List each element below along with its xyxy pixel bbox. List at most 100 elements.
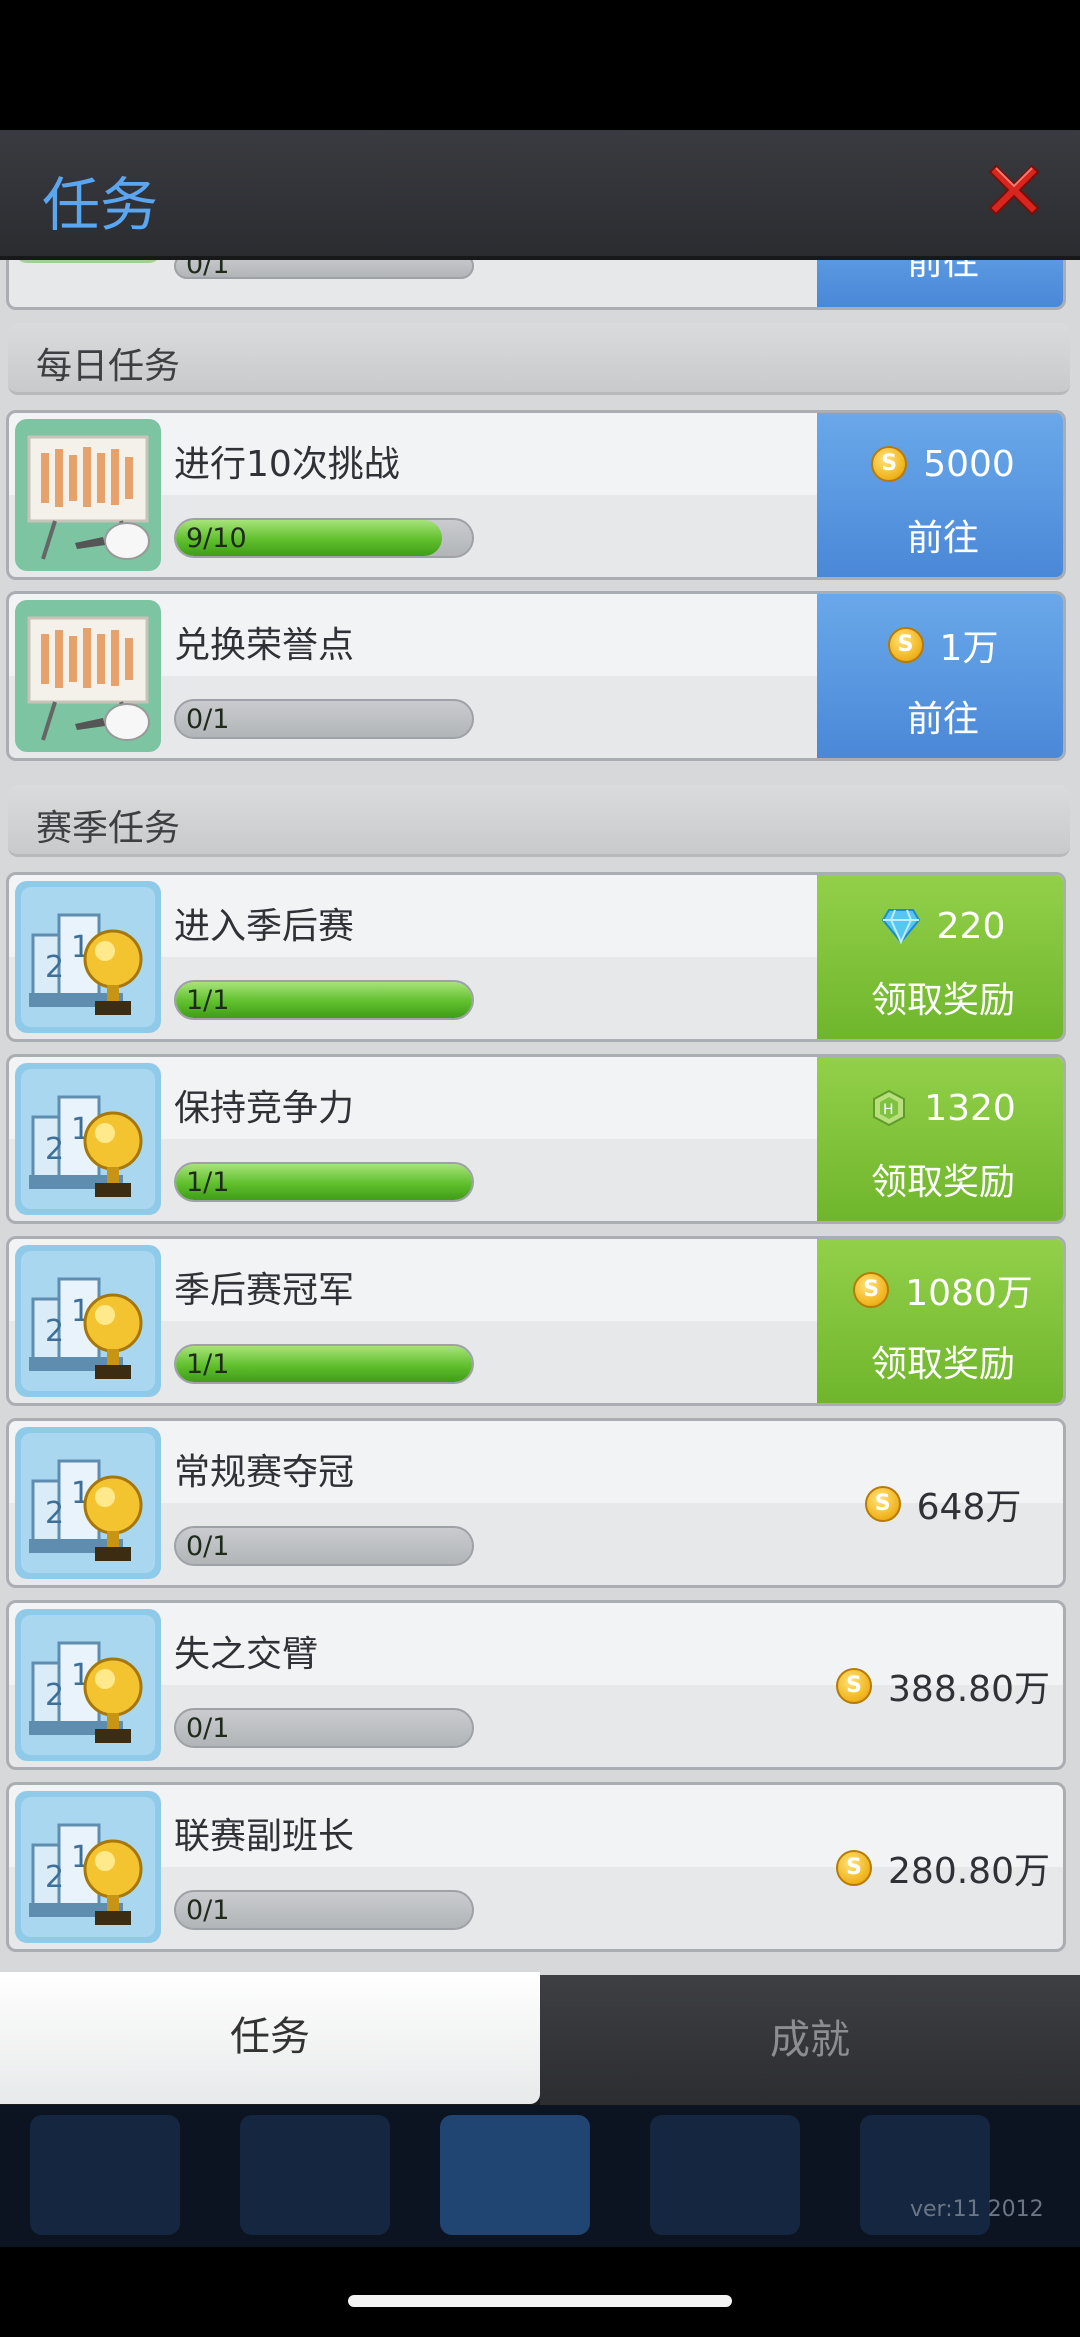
trophy-icon: 21 (15, 1791, 161, 1943)
trophy-icon: 21 (15, 1609, 161, 1761)
reward-row: 1080万 (817, 1265, 1063, 1315)
coin-icon (864, 1486, 901, 1522)
trophy-icon: 21 (15, 1245, 161, 1397)
progress-text: 0/1 (186, 1531, 230, 1562)
action-label: 领取奖励 (870, 1162, 1015, 1203)
version-text: ver:11 2012 (910, 2197, 1044, 2222)
progress-text: 0/1 (186, 704, 230, 735)
nav-ghost-2 (240, 2115, 390, 2235)
progress-text: 1/1 (186, 1349, 230, 1380)
nav-ghost-1 (30, 2115, 180, 2235)
progress-text: 1/1 (186, 985, 230, 1016)
hex-token-icon: H (873, 1089, 906, 1127)
svg-text:2: 2 (45, 950, 64, 985)
reward-row: 1万 (817, 620, 1063, 670)
reward-row: H 1320 (817, 1083, 1063, 1133)
go-label: 前往 (906, 260, 979, 283)
task-title: 季后赛冠军 (174, 1270, 355, 1311)
home-indicator[interactable] (348, 2295, 732, 2307)
reward-row: 5000 (817, 439, 1063, 489)
page-title: 任务 (42, 171, 159, 239)
task-title: 保持竞争力 (174, 1088, 355, 1129)
reward-amount: 388.80万 (888, 1669, 1050, 1710)
progress-text: 0/1 (186, 260, 230, 279)
progress-text: 0/1 (186, 1895, 230, 1926)
nav-ghost-4 (650, 2115, 800, 2235)
task-title: 兑换荣誉点 (174, 625, 355, 666)
progress-text: 1/1 (186, 1167, 230, 1198)
task-title: 联赛副班长 (174, 1816, 355, 1857)
tab-bar: 成就 任务 (0, 1972, 1080, 2105)
reward-row: 388.80万 (817, 1661, 1063, 1711)
coin-icon (853, 1272, 890, 1308)
svg-text:2: 2 (45, 1314, 64, 1349)
reward-info: 280.80万 (817, 1785, 1063, 1949)
progress-bar: 0/1 (174, 260, 474, 279)
progress-bar: 0/1 (174, 699, 474, 739)
task-card: 21 季后赛冠军 1/1 1080万领取奖励 (6, 1236, 1066, 1406)
reward-amount: 280.80万 (888, 1851, 1050, 1892)
svg-text:2: 2 (45, 1860, 64, 1895)
progress-bar: 1/1 (174, 1344, 474, 1384)
reward-amount: 1万 (939, 628, 999, 669)
claim-reward-button[interactable]: 220 领取奖励 (817, 875, 1063, 1039)
task-title: 进行10次挑战 (174, 444, 400, 485)
tab-achievements[interactable]: 成就 (540, 1975, 1080, 2105)
task-card: 2 1 保持竞争力 1/1 H 1320 领取奖励 (6, 1054, 1066, 1224)
go-button[interactable]: 前往 (817, 260, 1063, 307)
reward-info: 648万 (817, 1421, 1063, 1585)
trophy-icon: 21 (15, 1427, 161, 1579)
modal-header: 任务 (0, 130, 1080, 260)
progress-bar: 0/1 (174, 1526, 474, 1566)
tab-tasks[interactable]: 任务 (0, 1972, 540, 2104)
reward-amount: 5000 (923, 443, 1015, 485)
claim-reward-button[interactable]: 1080万领取奖励 (817, 1239, 1063, 1403)
task-card: 21 常规赛夺冠 0/1 648万 (6, 1418, 1066, 1588)
task-card: 21 联赛副班长 0/1 280.80万 (6, 1782, 1066, 1952)
reward-row: 220 (817, 901, 1063, 951)
progress-text: 9/10 (186, 523, 247, 554)
task-card-partial: 0/1 前往 (6, 260, 1066, 310)
coin-icon (887, 627, 924, 663)
action-label: 前往 (906, 699, 979, 740)
section-header-daily: 每日任务 (8, 323, 1070, 395)
status-bar (0, 0, 1080, 130)
action-label: 领取奖励 (870, 980, 1015, 1021)
progress-bar: 0/1 (174, 1890, 474, 1930)
close-icon[interactable] (982, 158, 1046, 222)
nav-ghost-3 (440, 2115, 590, 2235)
tactics-board-icon (15, 600, 161, 752)
task-card: 兑换荣誉点 0/1 1万前往 (6, 591, 1066, 761)
tactics-board-icon (15, 419, 161, 571)
trophy-icon: 21 (15, 1063, 161, 1215)
reward-row: 648万 (817, 1479, 1063, 1529)
money-icon (15, 260, 161, 263)
svg-text:H: H (883, 1102, 894, 1118)
coin-icon (836, 1850, 873, 1886)
task-list[interactable]: 0/1 前往 每日任务 进行10次挑战9/105000前往兑换荣誉点0/11万前… (0, 260, 1080, 1975)
diamond-icon (881, 909, 920, 944)
section-title: 每日任务 (36, 346, 181, 387)
progress-bar: 9/10 (174, 518, 474, 558)
trophy-icon: 21 (15, 881, 161, 1033)
task-title: 常规赛夺冠 (174, 1452, 355, 1493)
action-label: 前往 (906, 518, 979, 559)
background-nav: ver:11 2012 (0, 2105, 1080, 2247)
task-title: 进入季后赛 (174, 906, 355, 947)
progress-bar: 1/1 (174, 1162, 474, 1202)
svg-text:2: 2 (45, 1496, 64, 1531)
section-header-season: 赛季任务 (8, 785, 1070, 857)
bottom-area (0, 2247, 1080, 2337)
progress-bar: 0/1 (174, 1708, 474, 1748)
task-card: 21 失之交臂 0/1 388.80万 (6, 1600, 1066, 1770)
go-button[interactable]: 1万前往 (817, 594, 1063, 758)
reward-info: 388.80万 (817, 1603, 1063, 1767)
svg-text:2: 2 (45, 1132, 64, 1167)
reward-amount: 1080万 (905, 1273, 1033, 1314)
go-button[interactable]: 5000 前往 (817, 413, 1063, 577)
progress-text: 0/1 (186, 1713, 230, 1744)
task-title: 失之交臂 (174, 1634, 319, 1675)
claim-reward-button[interactable]: H 1320 领取奖励 (817, 1057, 1063, 1221)
section-title: 赛季任务 (36, 808, 181, 849)
reward-row: 280.80万 (817, 1843, 1063, 1893)
